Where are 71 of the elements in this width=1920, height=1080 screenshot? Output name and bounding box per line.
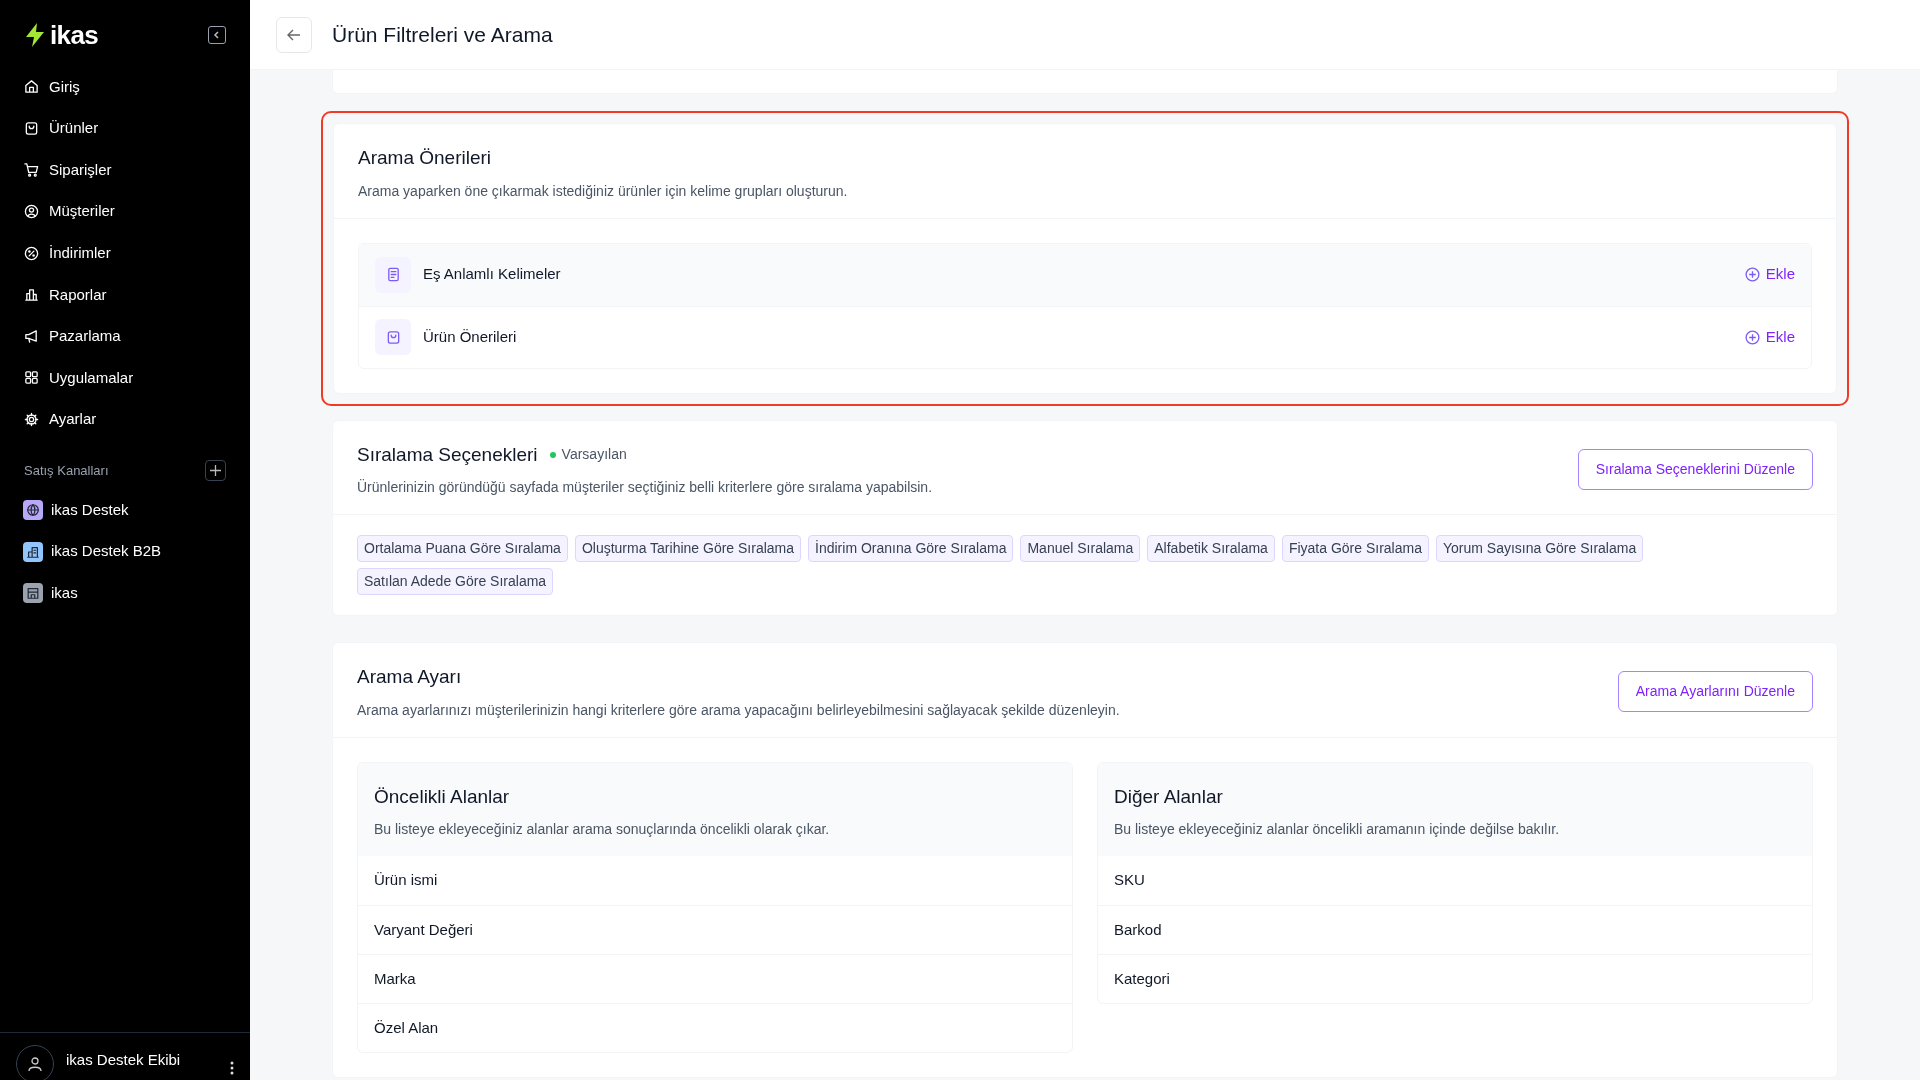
- edit-sorting-button[interactable]: Sıralama Seçeneklerini Düzenle: [1577, 448, 1813, 490]
- card-title: Sıralama Seçenekleri: [357, 442, 538, 467]
- card-title: Arama Önerileri: [358, 146, 493, 170]
- card-description: Arama ayarlarınızı müşterilerinizin hangi kriterlere göre arama yapacağını belirleyebilmesini sağlayacak şekilde düzenleyin.: [357, 700, 1120, 720]
- status-label: Varsayılan: [561, 445, 627, 465]
- collapse-sidebar-button[interactable]: [208, 26, 226, 44]
- document-icon: [385, 267, 401, 282]
- nav-item[interactable]: Siparişler: [24, 149, 226, 191]
- plus-circle-icon: [1744, 329, 1760, 345]
- edit-search-settings-button[interactable]: Arama Ayarlarını Düzenle: [1617, 671, 1813, 712]
- nav-item[interactable]: İndirimler: [24, 232, 226, 274]
- nav-item[interactable]: Raporlar: [24, 273, 226, 316]
- channel-item[interactable]: ikas Destek B2B: [23, 530, 226, 573]
- home-icon: [24, 79, 39, 95]
- chevron-left-icon: [212, 30, 222, 40]
- sort-option-tag: Fiyata Göre Sıralama: [1281, 535, 1429, 562]
- field-row: Marka: [358, 954, 1072, 1003]
- lightning-icon: [24, 23, 46, 47]
- add-channel-button[interactable]: [205, 460, 226, 482]
- bar-chart-icon: [24, 287, 39, 303]
- sort-option-tag: Manuel Sıralama: [1020, 535, 1141, 562]
- add-button[interactable]: Ekle: [1744, 325, 1795, 349]
- sort-option-tag: Alfabetik Sıralama: [1147, 535, 1275, 562]
- field-row: Barkod: [1098, 905, 1812, 954]
- card-description: Arama yaparken öne çıkarmak istediğiniz ürünler için kelime grupları oluşturun.: [358, 181, 849, 201]
- nav-item[interactable]: Giriş: [24, 66, 226, 108]
- channel-item[interactable]: ikas: [23, 572, 226, 615]
- cart-icon: [24, 162, 39, 178]
- nav-item[interactable]: Müşteriler: [24, 190, 226, 233]
- group-description: Bu listeye ekleyeceğiniz alanlar öncelikli aramanın içinde değilse bakılır.: [1114, 820, 1561, 839]
- settings-icon: [24, 412, 39, 428]
- back-button[interactable]: [276, 16, 312, 53]
- sort-option-tag: Oluşturma Tarihine Göre Sıralama: [574, 535, 802, 562]
- user-icon: [28, 1057, 42, 1071]
- group-title: Öncelikli Alanlar: [374, 784, 511, 809]
- field-row-text: SKU: [1113, 870, 1146, 891]
- nav-item[interactable]: Uygulamalar: [24, 357, 226, 399]
- group-title: Diğer Alanlar: [1114, 784, 1224, 809]
- sort-option-tag: Yorum Sayısına Göre Sıralama: [1435, 535, 1644, 562]
- logo-text: ikas: [50, 22, 98, 48]
- grid-icon: [24, 370, 39, 386]
- bag-icon: [24, 120, 39, 136]
- field-row-text: Ürün ismi: [373, 870, 439, 891]
- card-title: Arama Ayarı: [357, 665, 463, 689]
- nav-item[interactable]: Ürünler: [24, 107, 226, 150]
- suggestion-label: Eş Anlamlı Kelimeler: [423, 264, 561, 285]
- more-icon: [230, 1061, 234, 1075]
- plus-circle-icon: [1744, 267, 1760, 282]
- section-title: Satış Kanalları: [24, 462, 109, 481]
- field-row: Varyant Değeri: [358, 905, 1072, 954]
- percent-icon: [24, 245, 39, 261]
- field-row: Kategori: [1098, 954, 1812, 1003]
- suggestion-label: Ürün Önerileri: [423, 326, 517, 347]
- megaphone-icon: [24, 328, 39, 344]
- user-icon: [24, 204, 39, 220]
- user-name: ikas Destek Ekibi: [66, 1050, 181, 1070]
- add-button[interactable]: Ekle: [1744, 263, 1795, 286]
- field-row: Özel Alan: [358, 1003, 1072, 1052]
- group-description: Bu listeye ekleyeceğiniz alanlar arama sonuçlarında öncelikli olarak çıkar.: [374, 820, 831, 839]
- channel-item[interactable]: ikas Destek: [23, 489, 226, 531]
- bag-icon: [385, 329, 401, 345]
- page-title: Ürün Filtreleri ve Arama: [332, 21, 553, 48]
- nav-item[interactable]: Pazarlama: [24, 315, 226, 358]
- nav-item[interactable]: Ayarlar: [24, 398, 226, 441]
- sort-option-tag: Satılan Adede Göre Sıralama: [357, 568, 554, 595]
- card-description: Ürünlerinizin göründüğü sayfada müşteriler seçtiğiniz belli kriterlere göre sıralama yapabilsin.: [357, 478, 933, 497]
- arrow-left-icon: [287, 28, 301, 41]
- more-button[interactable]: [230, 1061, 234, 1075]
- sort-option-tag: Ortalama Puana Göre Sıralama: [357, 535, 568, 562]
- sort-option-tag: İndirim Oranına Göre Sıralama: [808, 535, 1014, 562]
- plus-icon: [210, 465, 221, 477]
